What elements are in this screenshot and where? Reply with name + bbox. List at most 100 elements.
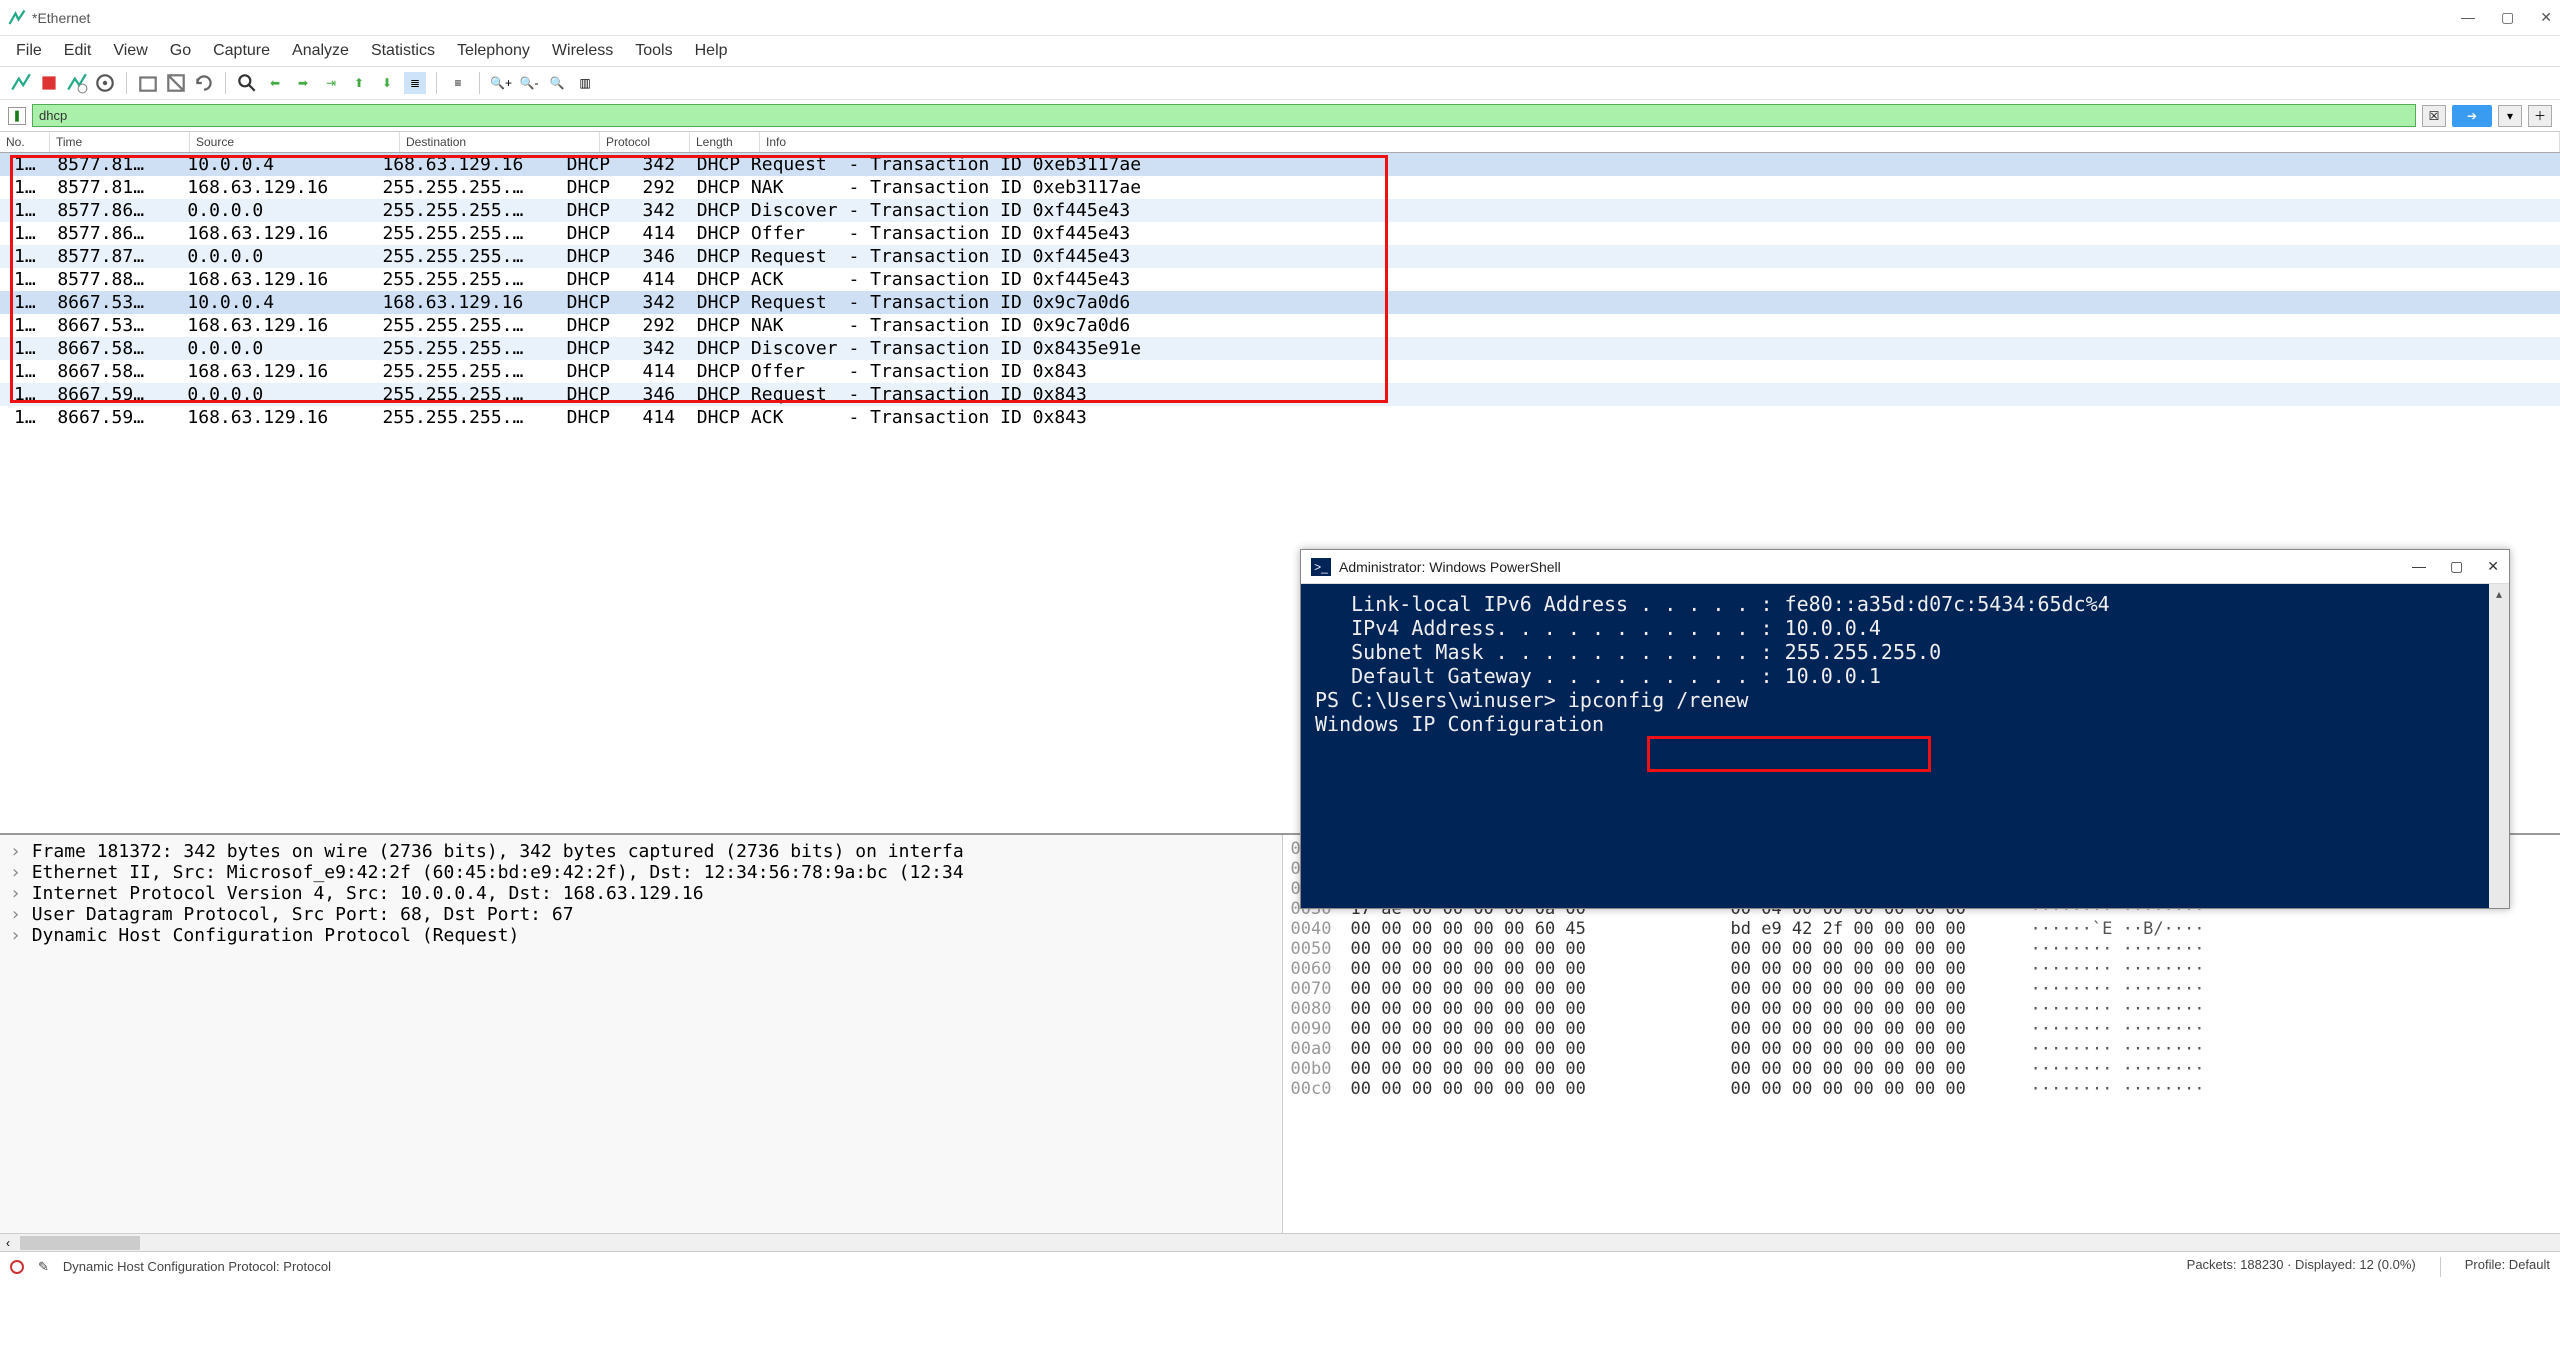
ps-line: IPv4 Address. . . . . . . . . . . : 10.0… (1315, 616, 2495, 640)
menu-file[interactable]: File (16, 42, 42, 60)
scroll-thumb[interactable] (20, 1236, 140, 1250)
colhead-no[interactable]: No. (0, 132, 50, 152)
menu-statistics[interactable]: Statistics (371, 42, 435, 60)
ps-maximize-button[interactable]: ▢ (2450, 558, 2463, 575)
hex-row[interactable]: 009000 00 00 00 00 00 00 00 00 00 00 00 … (1291, 1019, 2553, 1039)
powershell-body[interactable]: Link-local IPv6 Address . . . . . : fe80… (1301, 584, 2509, 908)
packet-row[interactable]: 1… 8667.53… 10.0.0.4 168.63.129.16 DHCP … (0, 291, 2560, 314)
auto-scroll-icon[interactable]: ≣ (404, 72, 426, 94)
hex-row[interactable]: 007000 00 00 00 00 00 00 00 00 00 00 00 … (1291, 979, 2553, 999)
packet-row[interactable]: 1… 8667.59… 0.0.0.0 255.255.255.… DHCP 3… (0, 383, 2560, 406)
go-back-icon[interactable]: ⬅ (264, 72, 286, 94)
wireshark-logo-icon (8, 9, 26, 27)
powershell-title: Administrator: Windows PowerShell (1339, 559, 1561, 575)
resize-columns-icon[interactable]: ▥ (574, 72, 596, 94)
maximize-button[interactable]: ▢ (2501, 9, 2514, 26)
colhead-info[interactable]: Info (760, 132, 2560, 152)
detail-line[interactable]: Frame 181372: 342 bytes on wire (2736 bi… (10, 841, 1272, 862)
save-file-icon[interactable] (165, 72, 187, 94)
hex-row[interactable]: 00c000 00 00 00 00 00 00 00 00 00 00 00 … (1291, 1079, 2553, 1099)
powershell-icon: >_ (1311, 558, 1331, 576)
ps-line: Link-local IPv6 Address . . . . . : fe80… (1315, 592, 2495, 616)
status-packets: Packets: 188230 · Displayed: 12 (0.0%) (2187, 1257, 2416, 1277)
minimize-button[interactable]: ― (2461, 9, 2475, 26)
stop-capture-icon[interactable] (38, 72, 60, 94)
horizontal-scrollbar[interactable]: ‹ (0, 1233, 2560, 1251)
open-file-icon[interactable] (137, 72, 159, 94)
packet-row[interactable]: 1… 8577.86… 0.0.0.0 255.255.255.… DHCP 3… (0, 199, 2560, 222)
menu-analyze[interactable]: Analyze (292, 42, 349, 60)
colhead-protocol[interactable]: Protocol (600, 132, 690, 152)
zoom-in-icon[interactable]: 🔍+ (490, 72, 512, 94)
hex-row[interactable]: 00b000 00 00 00 00 00 00 00 00 00 00 00 … (1291, 1059, 2553, 1079)
packet-row[interactable]: 1… 8577.81… 10.0.0.4 168.63.129.16 DHCP … (0, 153, 2560, 176)
filter-clear-button[interactable]: ☒ (2422, 105, 2446, 127)
filter-bookmark-icon[interactable]: ❚ (8, 107, 26, 125)
scroll-up-icon[interactable]: ▴ (2489, 584, 2509, 604)
packet-row[interactable]: 1… 8577.86… 168.63.129.16 255.255.255.… … (0, 222, 2560, 245)
filter-apply-button[interactable]: ➔ (2452, 105, 2492, 127)
find-icon[interactable] (236, 72, 258, 94)
status-profile[interactable]: Profile: Default (2465, 1257, 2550, 1277)
zoom-out-icon[interactable]: 🔍- (518, 72, 540, 94)
display-filter-input[interactable] (32, 104, 2416, 127)
go-to-packet-icon[interactable]: ⇥ (320, 72, 342, 94)
display-filter-bar: ❚ ☒ ➔ ▾ ＋ (0, 100, 2560, 131)
packet-row[interactable]: 1… 8667.53… 168.63.129.16 255.255.255.… … (0, 314, 2560, 337)
hex-row[interactable]: 005000 00 00 00 00 00 00 00 00 00 00 00 … (1291, 939, 2553, 959)
window-title: *Ethernet (32, 10, 90, 26)
menu-edit[interactable]: Edit (64, 42, 92, 60)
menubar: File Edit View Go Capture Analyze Statistics Te… (0, 36, 2560, 66)
colhead-length[interactable]: Length (690, 132, 760, 152)
detail-line[interactable]: Dynamic Host Configuration Protocol (Req… (10, 925, 1272, 946)
colhead-source[interactable]: Source (190, 132, 400, 152)
menu-view[interactable]: View (113, 42, 147, 60)
statusbar: ✎ Dynamic Host Configuration Protocol: P… (0, 1251, 2560, 1281)
menu-telephony[interactable]: Telephony (457, 42, 530, 60)
capture-file-icon[interactable]: ✎ (38, 1259, 49, 1275)
packet-row[interactable]: 1… 8667.58… 0.0.0.0 255.255.255.… DHCP 3… (0, 337, 2560, 360)
scroll-left-icon[interactable]: ‹ (0, 1236, 16, 1250)
hex-row[interactable]: 006000 00 00 00 00 00 00 00 00 00 00 00 … (1291, 959, 2553, 979)
powershell-titlebar[interactable]: >_ Administrator: Windows PowerShell ― ▢… (1301, 550, 2509, 584)
go-first-icon[interactable]: ⬆ (348, 72, 370, 94)
capture-options-icon[interactable] (94, 72, 116, 94)
menu-tools[interactable]: Tools (635, 42, 672, 60)
start-capture-icon[interactable] (10, 72, 32, 94)
hex-row[interactable]: 008000 00 00 00 00 00 00 00 00 00 00 00 … (1291, 999, 2553, 1019)
hex-row[interactable]: 00a000 00 00 00 00 00 00 00 00 00 00 00 … (1291, 1039, 2553, 1059)
menu-capture[interactable]: Capture (213, 42, 270, 60)
detail-line[interactable]: Ethernet II, Src: Microsof_e9:42:2f (60:… (10, 862, 1272, 883)
detail-line[interactable]: Internet Protocol Version 4, Src: 10.0.0… (10, 883, 1272, 904)
hex-row[interactable]: 004000 00 00 00 00 00 60 45 bd e9 42 2f … (1291, 919, 2553, 939)
menu-go[interactable]: Go (170, 42, 191, 60)
packet-list-header: No.TimeSourceDestinationProtocolLengthIn… (0, 131, 2560, 153)
ps-close-button[interactable]: ✕ (2487, 558, 2499, 575)
ps-minimize-button[interactable]: ― (2412, 558, 2426, 575)
packet-row[interactable]: 1… 8577.87… 0.0.0.0 255.255.255.… DHCP 3… (0, 245, 2560, 268)
colorize-icon[interactable]: ≡ (447, 72, 469, 94)
colhead-time[interactable]: Time (50, 132, 190, 152)
ps-line: Default Gateway . . . . . . . . . : 10.0… (1315, 664, 2495, 688)
detail-line[interactable]: User Datagram Protocol, Src Port: 68, Ds… (10, 904, 1272, 925)
packet-row[interactable]: 1… 8667.58… 168.63.129.16 255.255.255.… … (0, 360, 2560, 383)
go-forward-icon[interactable]: ➡ (292, 72, 314, 94)
expert-info-icon[interactable] (10, 1260, 24, 1274)
menu-wireless[interactable]: Wireless (552, 42, 613, 60)
reload-icon[interactable] (193, 72, 215, 94)
packet-details-pane[interactable]: Frame 181372: 342 bytes on wire (2736 bi… (0, 835, 1282, 1233)
go-last-icon[interactable]: ⬇ (376, 72, 398, 94)
filter-add-button[interactable]: ＋ (2528, 105, 2552, 127)
packet-row[interactable]: 1… 8667.59… 168.63.129.16 255.255.255.… … (0, 406, 2560, 429)
packet-row[interactable]: 1… 8577.88… 168.63.129.16 255.255.255.… … (0, 268, 2560, 291)
filter-history-button[interactable]: ▾ (2498, 105, 2522, 127)
restart-capture-icon[interactable] (66, 72, 88, 94)
status-text: Dynamic Host Configuration Protocol: Pro… (63, 1259, 331, 1274)
ps-scrollbar[interactable]: ▴ (2489, 584, 2509, 908)
menu-help[interactable]: Help (695, 42, 728, 60)
powershell-window[interactable]: >_ Administrator: Windows PowerShell ― ▢… (1300, 549, 2510, 909)
close-button[interactable]: ✕ (2540, 9, 2552, 26)
packet-row[interactable]: 1… 8577.81… 168.63.129.16 255.255.255.… … (0, 176, 2560, 199)
zoom-reset-icon[interactable]: 🔍 (546, 72, 568, 94)
colhead-destination[interactable]: Destination (400, 132, 600, 152)
